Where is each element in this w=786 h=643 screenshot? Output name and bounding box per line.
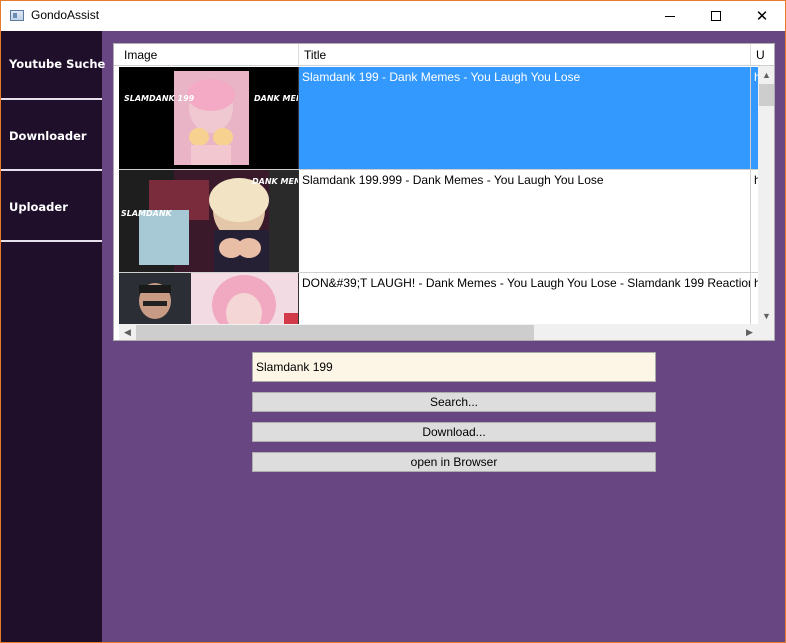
maximize-button[interactable] bbox=[693, 1, 739, 31]
vertical-scroll-thumb[interactable] bbox=[759, 84, 774, 106]
thumbnail-image: SLAMDANK 199 DANK MEMES bbox=[119, 67, 299, 169]
thumb-caption-left: SLAMDANK 199 bbox=[124, 94, 195, 103]
scroll-right-icon[interactable]: ▶ bbox=[741, 324, 758, 340]
horizontal-scroll-thumb[interactable] bbox=[136, 325, 534, 340]
maximize-icon bbox=[711, 11, 721, 21]
table-row[interactable]: SLAMDANK DANK MEMES Slamdank 199.999 - D… bbox=[119, 170, 769, 273]
grid-header: Image Title U bbox=[114, 44, 774, 66]
minimize-button[interactable] bbox=[647, 1, 693, 31]
download-button[interactable]: Download... bbox=[252, 422, 656, 442]
app-window: GondoAssist ✕ Youtube Suche Downloader U… bbox=[0, 0, 786, 643]
thumb-caption-left: SLAMDANK bbox=[121, 209, 173, 218]
search-button[interactable]: Search... bbox=[252, 392, 656, 412]
open-in-browser-button[interactable]: open in Browser bbox=[252, 452, 656, 472]
vertical-scrollbar[interactable]: ▲ ▼ bbox=[758, 66, 774, 324]
search-input[interactable] bbox=[252, 352, 656, 382]
thumbnail-image: SLAMDANK DANK MEMES bbox=[119, 170, 299, 272]
sidebar-item-uploader[interactable]: Uploader bbox=[1, 173, 102, 242]
title-cell: Slamdank 199.999 - Dank Memes - You Laug… bbox=[299, 170, 751, 272]
sidebar: Youtube Suche Downloader Uploader bbox=[1, 31, 106, 642]
title-bar[interactable]: GondoAssist ✕ bbox=[1, 1, 785, 31]
column-header-url[interactable]: U bbox=[751, 44, 774, 66]
sidebar-item-label: Uploader bbox=[9, 200, 68, 214]
scroll-up-icon[interactable]: ▲ bbox=[758, 66, 774, 83]
sidebar-item-downloader[interactable]: Downloader bbox=[1, 102, 102, 171]
scrollbar-corner bbox=[758, 324, 774, 340]
sidebar-item-label: Youtube Suche bbox=[9, 57, 106, 71]
thumb-caption-right: DANK MEMES bbox=[254, 94, 299, 103]
table-row[interactable]: SLAMDANK 199 DANK MEMES Slamdank 199 - D… bbox=[119, 67, 769, 170]
scroll-left-icon[interactable]: ◀ bbox=[119, 324, 136, 340]
results-grid[interactable]: Image Title U SLAMDANK 199 DANK ME Slamd… bbox=[113, 43, 775, 341]
column-header-title[interactable]: Title bbox=[299, 44, 751, 66]
window-title: GondoAssist bbox=[31, 8, 100, 22]
thumbnail: SLAMDANK 199 DANK MEMES bbox=[119, 67, 299, 169]
horizontal-scrollbar[interactable]: ◀ ▶ bbox=[119, 324, 758, 340]
sidebar-item-label: Downloader bbox=[9, 129, 87, 143]
thumbnail: SLAMDANK DANK MEMES bbox=[119, 170, 299, 272]
close-button[interactable]: ✕ bbox=[739, 1, 785, 31]
client-area: Youtube Suche Downloader Uploader Image … bbox=[1, 31, 785, 642]
thumb-caption-right: DANK MEMES bbox=[252, 177, 299, 186]
sidebar-item-youtube-suche[interactable]: Youtube Suche bbox=[1, 31, 106, 100]
scroll-down-icon[interactable]: ▼ bbox=[758, 307, 774, 324]
minimize-icon bbox=[665, 15, 675, 17]
column-header-image[interactable]: Image bbox=[119, 44, 299, 66]
close-icon: ✕ bbox=[755, 6, 769, 25]
app-icon bbox=[10, 10, 24, 21]
title-cell: Slamdank 199 - Dank Memes - You Laugh Yo… bbox=[299, 67, 751, 169]
